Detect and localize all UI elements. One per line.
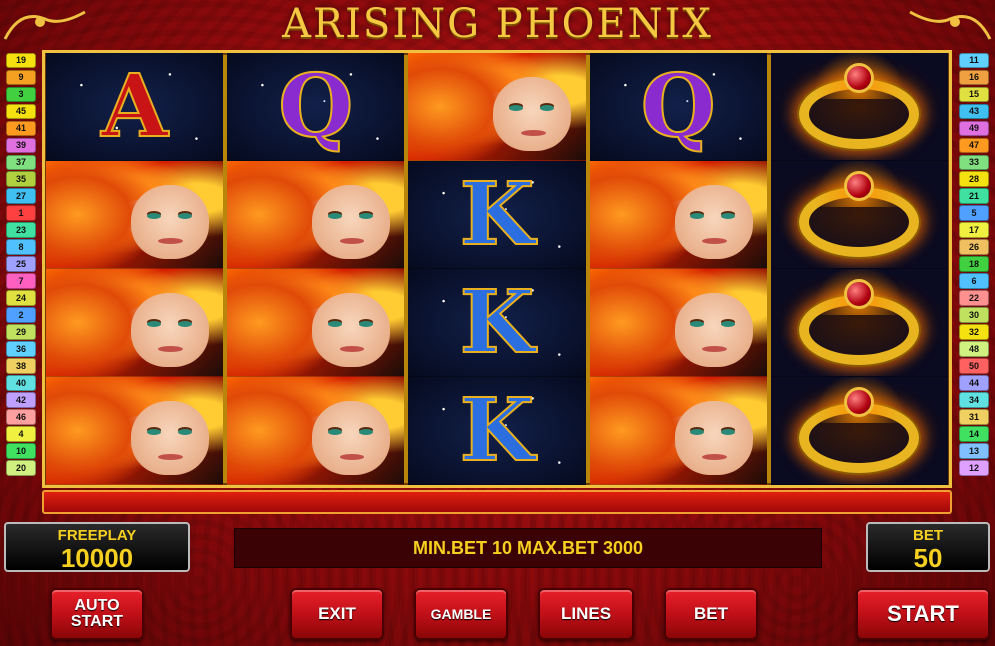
payline-badge-right: 26 — [959, 239, 989, 256]
payline-badge-right: 18 — [959, 256, 989, 273]
payline-badge-right: 48 — [959, 341, 989, 358]
payline-badge-left: 27 — [6, 188, 36, 205]
payline-badge-left: 20 — [6, 460, 36, 477]
payline-badge-right: 30 — [959, 307, 989, 324]
payline-badge-right: 6 — [959, 273, 989, 290]
payline-badge-left: 41 — [6, 120, 36, 137]
payline-badge-left: 23 — [6, 222, 36, 239]
start-button[interactable]: START — [856, 588, 990, 640]
phoenix-woman-symbol — [46, 161, 224, 269]
exit-button[interactable]: EXIT — [290, 588, 384, 640]
ruby-ring-symbol — [770, 269, 949, 377]
phoenix-woman-symbol — [227, 377, 405, 485]
payline-badge-left: 35 — [6, 171, 36, 188]
letter-q-symbol: Q — [227, 53, 405, 161]
lines-button[interactable]: LINES — [538, 588, 634, 640]
payline-badge-right: 49 — [959, 120, 989, 137]
freeplay-value: 10000 — [60, 543, 134, 573]
reel-1: A — [46, 53, 224, 485]
payline-badge-right: 16 — [959, 69, 989, 86]
reel-2: Q — [227, 53, 405, 485]
payline-badge-left: 39 — [6, 137, 36, 154]
payline-badge-left: 4 — [6, 426, 36, 443]
letter-k-symbol: K — [408, 377, 586, 485]
letter-a-symbol: A — [46, 53, 224, 161]
phoenix-woman-symbol — [408, 53, 586, 161]
payline-badge-right: 21 — [959, 188, 989, 205]
bet-display: BET 50 — [866, 522, 990, 572]
reel-3: KKK — [408, 53, 586, 485]
payline-badge-left: 3 — [6, 86, 36, 103]
bet-button[interactable]: BET — [664, 588, 758, 640]
phoenix-woman-symbol — [589, 377, 767, 485]
ruby-ring-symbol — [770, 53, 949, 161]
payline-badge-left: 1 — [6, 205, 36, 222]
phoenix-woman-symbol — [589, 269, 767, 377]
payline-badge-left: 8 — [6, 239, 36, 256]
reel-5 — [770, 53, 949, 485]
freeplay-display: FREEPLAY 10000 — [4, 522, 190, 572]
payline-badge-left: 10 — [6, 443, 36, 460]
payline-badge-right: 22 — [959, 290, 989, 307]
payline-badge-left: 42 — [6, 392, 36, 409]
payline-badge-left: 36 — [6, 341, 36, 358]
payline-badge-left: 40 — [6, 375, 36, 392]
payline-badge-right: 32 — [959, 324, 989, 341]
win-line-bar — [42, 490, 952, 514]
payline-badge-left: 46 — [6, 409, 36, 426]
payline-badge-left: 24 — [6, 290, 36, 307]
reels-area: AQKKKQ — [46, 53, 949, 485]
bet-value: 50 — [913, 543, 943, 573]
payline-badge-right: 47 — [959, 137, 989, 154]
payline-badge-right: 15 — [959, 86, 989, 103]
ruby-ring-symbol — [770, 377, 949, 485]
bet-limits-message: MIN.BET 10 MAX.BET 3000 — [234, 528, 822, 568]
auto-start-label: AUTO START — [70, 597, 124, 630]
payline-badge-left: 7 — [6, 273, 36, 290]
payline-indicators-left: 19 9 3 45 41 39 37 35 27 1 23 8 25 7 24 2 29 36 38 40 42 46 4 1… — [6, 52, 36, 477]
payline-badge-left: 25 — [6, 256, 36, 273]
letter-k-symbol: K — [408, 161, 586, 269]
payline-badge-right: 43 — [959, 103, 989, 120]
ruby-ring-symbol — [770, 161, 949, 269]
payline-badge-left: 29 — [6, 324, 36, 341]
phoenix-woman-symbol — [46, 269, 224, 377]
payline-badge-right: 11 — [959, 52, 989, 69]
payline-badge-left: 45 — [6, 103, 36, 120]
payline-badge-left: 37 — [6, 154, 36, 171]
payline-badge-left: 19 — [6, 52, 36, 69]
phoenix-woman-symbol — [227, 269, 405, 377]
payline-badge-right: 5 — [959, 205, 989, 222]
payline-badge-right: 17 — [959, 222, 989, 239]
phoenix-woman-symbol — [46, 377, 224, 485]
auto-start-button[interactable]: AUTO START — [50, 588, 144, 640]
payline-badge-right: 12 — [959, 460, 989, 477]
gamble-button[interactable]: GAMBLE — [414, 588, 508, 640]
payline-badge-right: 33 — [959, 154, 989, 171]
payline-badge-right: 13 — [959, 443, 989, 460]
payline-badge-right: 14 — [959, 426, 989, 443]
letter-q-symbol: Q — [589, 53, 767, 161]
payline-badge-left: 38 — [6, 358, 36, 375]
letter-k-symbol: K — [408, 269, 586, 377]
reel-4: Q — [589, 53, 767, 485]
phoenix-woman-symbol — [589, 161, 767, 269]
payline-badge-right: 44 — [959, 375, 989, 392]
payline-badge-right: 50 — [959, 358, 989, 375]
payline-badge-left: 9 — [6, 69, 36, 86]
payline-badge-left: 2 — [6, 307, 36, 324]
game-title: ARISING PHOENIX — [282, 1, 713, 47]
payline-badge-right: 34 — [959, 392, 989, 409]
phoenix-woman-symbol — [227, 161, 405, 269]
payline-badge-right: 31 — [959, 409, 989, 426]
payline-badge-right: 28 — [959, 171, 989, 188]
payline-indicators-right: 11 16 15 43 49 47 33 28 21 5 17 26 18 6 22 30 32 48 50 44 34… — [959, 52, 989, 477]
